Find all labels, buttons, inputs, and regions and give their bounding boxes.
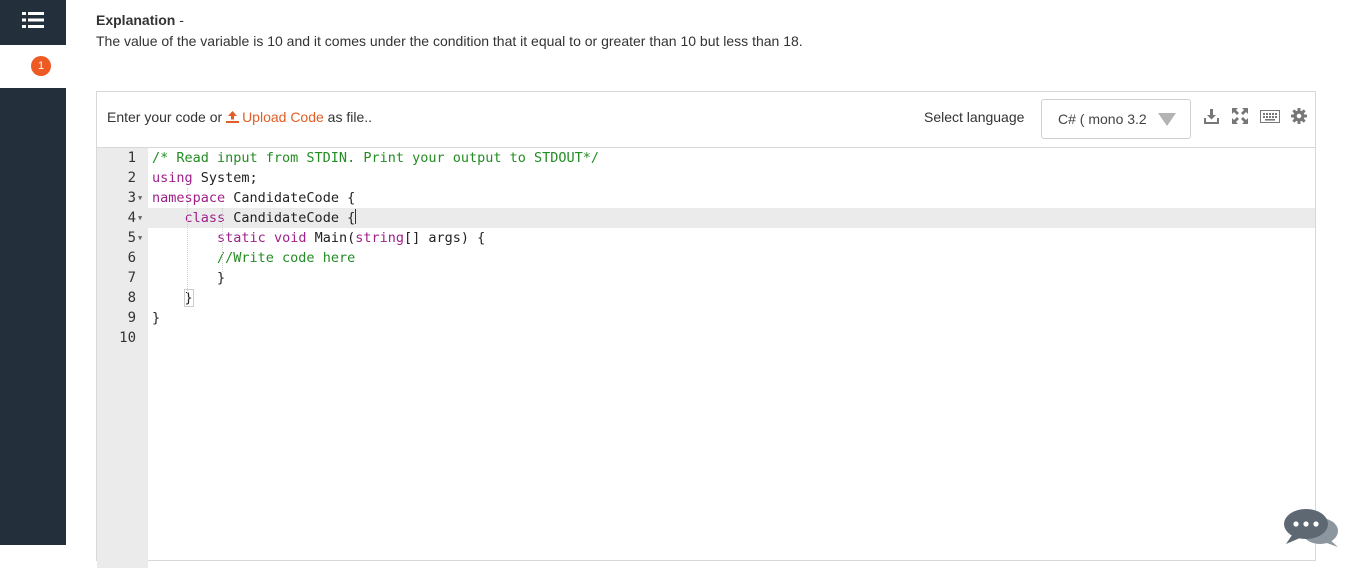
code-text: using System; bbox=[152, 170, 258, 186]
explanation-heading: Explanation - bbox=[96, 12, 184, 28]
code-text: } bbox=[152, 310, 161, 326]
fold-arrow-icon[interactable]: ▼ bbox=[138, 208, 142, 228]
code-line[interactable]: 1 /* Read input from STDIN. Print your ou… bbox=[97, 148, 1315, 168]
code-line[interactable]: 8 } bbox=[97, 288, 1315, 308]
question-number-badge: 1 bbox=[31, 56, 51, 76]
code-line[interactable]: 2 using System; bbox=[97, 168, 1315, 188]
list-icon bbox=[22, 11, 44, 34]
code-text: //Write code here bbox=[217, 250, 356, 266]
line-number: 6 bbox=[127, 250, 136, 266]
code-text: /* Read input from STDIN. Print your out… bbox=[152, 150, 600, 166]
code-editor-panel: Enter your code or Upload Code as file..… bbox=[96, 91, 1316, 568]
code-text: } bbox=[152, 270, 226, 286]
settings-icon[interactable] bbox=[1291, 108, 1307, 129]
indent-guide bbox=[222, 208, 223, 272]
editor-toolbar: Enter your code or Upload Code as file..… bbox=[97, 92, 1315, 148]
line-number: 8 bbox=[127, 290, 136, 306]
line-number: 4 bbox=[127, 210, 136, 226]
select-language-label: Select language bbox=[924, 109, 1025, 125]
keyboard-icon[interactable] bbox=[1260, 110, 1280, 128]
code-line[interactable]: 3 ▼ namespace CandidateCode { bbox=[97, 188, 1315, 208]
sidebar: 1 bbox=[0, 0, 66, 545]
code-line[interactable]: 10 bbox=[97, 328, 1315, 348]
indent-guide bbox=[187, 188, 188, 293]
upload-icon bbox=[226, 109, 242, 125]
dropdown-arrow-icon bbox=[1158, 113, 1176, 131]
fold-arrow-icon[interactable]: ▼ bbox=[138, 228, 142, 248]
code-text: namespace CandidateCode { bbox=[152, 190, 356, 206]
language-select-value: C# ( mono 3.2.8 ) bbox=[1058, 111, 1146, 127]
line-number: 9 bbox=[127, 310, 136, 326]
explanation-text: The value of the variable is 10 and it c… bbox=[96, 33, 803, 49]
line-number: 7 bbox=[127, 270, 136, 286]
download-icon[interactable] bbox=[1203, 108, 1220, 130]
code-area[interactable]: 1 /* Read input from STDIN. Print your ou… bbox=[97, 148, 1315, 348]
upload-code-link[interactable]: Upload Code bbox=[226, 109, 324, 125]
chat-icon[interactable] bbox=[1282, 507, 1340, 547]
line-number: 2 bbox=[127, 170, 136, 186]
line-number: 1 bbox=[127, 150, 136, 166]
code-line[interactable]: 9} bbox=[97, 308, 1315, 328]
code-line[interactable]: 4 ▼ class CandidateCode { bbox=[97, 208, 1315, 228]
fullscreen-icon[interactable] bbox=[1232, 108, 1248, 129]
code-text: class CandidateCode { bbox=[184, 209, 357, 226]
code-line[interactable]: 6 //Write code here bbox=[97, 248, 1315, 268]
code-text: static void Main(string[] args) { bbox=[217, 230, 486, 246]
line-number: 3 bbox=[127, 190, 136, 206]
editor-prompt: Enter your code or Upload Code as file.. bbox=[107, 109, 373, 125]
fold-arrow-icon[interactable]: ▼ bbox=[138, 188, 142, 208]
code-line[interactable]: 5 ▼ static void Main(string[] args) { bbox=[97, 228, 1315, 248]
line-number: 10 bbox=[119, 330, 136, 346]
menu-toggle-button[interactable] bbox=[0, 0, 66, 45]
sidebar-item-question-1[interactable]: 1 bbox=[0, 45, 66, 88]
language-select[interactable]: C# ( mono 3.2.8 ) bbox=[1041, 99, 1191, 139]
code-line[interactable]: 7 } bbox=[97, 268, 1315, 288]
line-number: 5 bbox=[127, 230, 136, 246]
